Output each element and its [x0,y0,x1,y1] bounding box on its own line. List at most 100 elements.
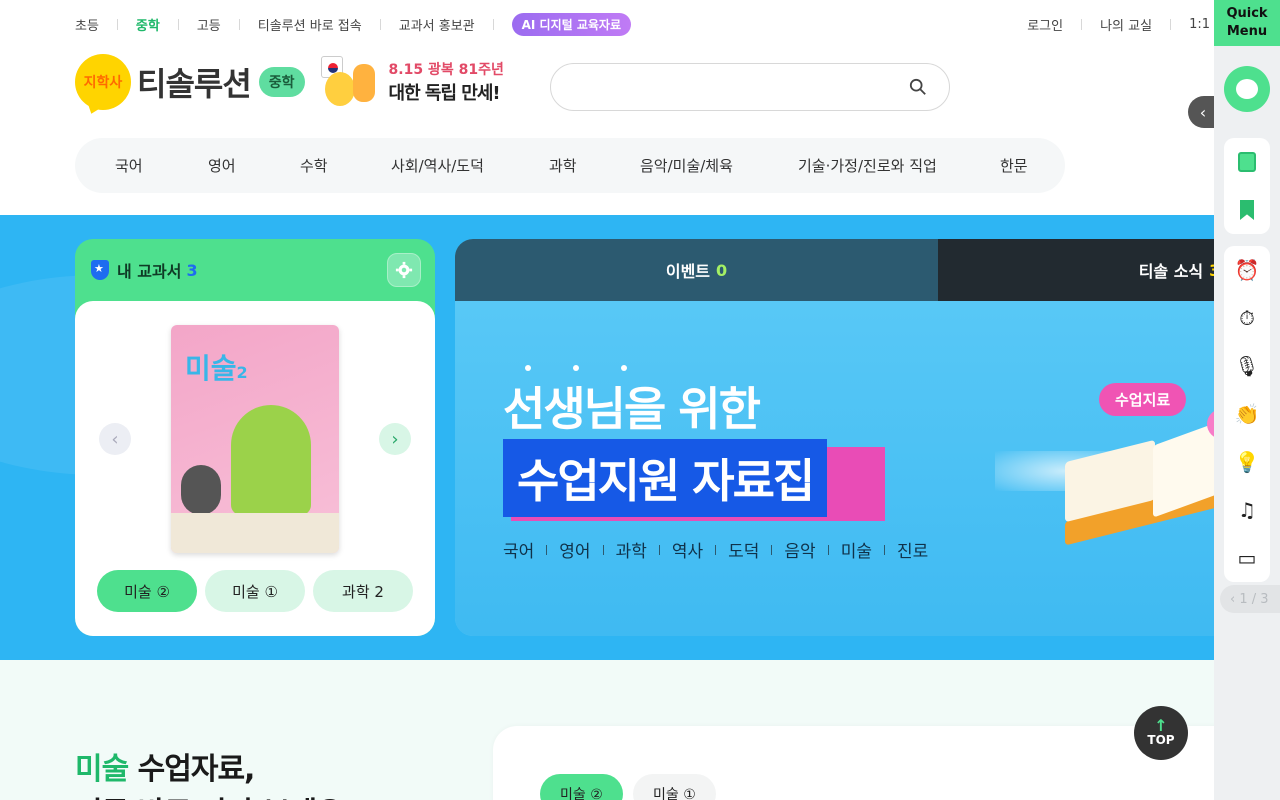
search-icon[interactable] [909,78,927,96]
carousel-prev-button[interactable]: ‹ [99,423,131,455]
pager-text: 1 / 3 [1239,591,1269,607]
textbook-tab-art1[interactable]: 미술 ① [205,570,305,612]
textbook-carousel: 미술2 ‹ › 미술 ② 미술 ① 과학 2 [75,301,435,636]
banner-subject: 미술 [840,542,872,562]
microphone-icon: 🎙 [1234,354,1260,378]
settings-button[interactable] [387,253,421,287]
nav-high[interactable]: 고등 [197,15,221,34]
banner-subject: 음악 [784,542,816,562]
chevron-left-icon: ‹ [1199,102,1207,122]
subject-nav: 국어 영어 수학 사회/역사/도덕 과학 음악/미술/체육 기술·가정/진로와 … [75,138,1065,193]
quick-menu-title: Menu [1226,24,1268,39]
divider [177,18,179,30]
promo-date: 8.15 광복 81주년 [388,62,504,78]
textbook-tab-art2[interactable]: 미술 ② [97,570,197,612]
cover-number: 2 [236,363,248,382]
section-title: 미술 수업자료, [75,744,255,788]
section-subtitle: 지금 바로 만나 보세요 [75,788,344,800]
quick-idea-button[interactable]: 💡 [1224,438,1270,486]
quick-group-books [1224,138,1270,234]
materials-tab-art1[interactable]: 미술 ① [633,774,716,800]
divider [1170,18,1172,30]
quick-alarm-button[interactable]: ⏰ [1224,246,1270,294]
chat-button[interactable] [1224,66,1270,112]
tab-news-label: 티솔 소식 [1138,262,1204,281]
ai-digital-resources-link[interactable]: AI 디지털 교육자료 [511,12,632,36]
quick-menu-pager[interactable]: ‹ 1 / 3 [1220,585,1280,613]
cover-illustration [171,513,339,553]
subject-social[interactable]: 사회/역사/도덕 [391,155,549,176]
textbook-tab-science2[interactable]: 과학 2 [313,570,413,612]
nav-elementary[interactable]: 초등 [75,15,99,34]
subject-science[interactable]: 과학 [549,155,640,176]
nav-direct-access[interactable]: 티솔루션 바로 접속 [258,15,362,34]
news-tabs: 이벤트 0 티솔 소식3 [455,239,1214,301]
school-level-nav: 초등 중학 고등 티솔루션 바로 접속 교과서 홍보관 AI 디지털 교육자료 [75,12,632,36]
book-icon [1238,152,1256,172]
quick-bookmark-button[interactable] [1224,186,1270,234]
character-figure [324,72,355,106]
banner-headline-2-wrap: 수업지원 자료집 [503,439,885,521]
event-banner[interactable]: 선생님을 위한 수업지원 자료집 국어 영어 과학 역사 도덕 음악 미술 진로… [455,301,1214,636]
promo-headline: 대한 독립 만세! [388,83,501,104]
banner-subject: 진로 [896,542,929,562]
site-title[interactable]: 티솔루션 [137,59,252,105]
quick-board-button[interactable]: ▭ [1224,534,1270,582]
banner-subject: 역사 [671,542,704,562]
banner-subject: 영어 [559,542,591,562]
presentation-board-icon: ▭ [1237,546,1257,570]
my-textbooks-header: 내 교과서 3 [75,239,435,301]
textbook-cover-image[interactable]: 미술2 [171,325,339,553]
subject-math[interactable]: 수학 [300,155,391,176]
nav-middle[interactable]: 중학 [136,15,160,34]
lesson-materials-section: 미술 수업자료, 지금 바로 만나 보세요 미술 ② 미술 ① [0,660,1253,800]
one-on-one-link[interactable]: 1:1 [1189,17,1210,32]
chevron-left-icon: ‹ [111,428,119,450]
quick-music-button[interactable]: ♫ [1224,486,1270,534]
my-classroom-link[interactable]: 나의 교실 [1100,15,1152,34]
shield-star-icon [91,260,109,280]
search-input[interactable] [550,63,950,111]
quick-timer-button[interactable]: ⏱ [1224,294,1270,342]
subject-korean[interactable]: 국어 [115,155,208,176]
divider [1081,18,1083,30]
alarm-clock-icon: ⏰ [1234,258,1260,282]
promo-banner[interactable]: 8.15 광복 81주년 대한 독립 만세! [309,52,529,112]
banner-subject: 국어 [503,542,535,562]
tab-events[interactable]: 이벤트 0 [455,239,938,301]
login-link[interactable]: 로그인 [1027,15,1063,34]
quick-menu-header[interactable]: Quick Menu [1214,0,1280,46]
jihaksa-logo[interactable]: 지학사 [75,54,131,110]
cover-illustration [231,405,311,515]
open-book-illustration [1065,412,1214,546]
my-textbooks-panel: 내 교과서 3 미술2 ‹ › 미술 ② 미술 ① 과학 2 [75,239,435,636]
chat-bubble-icon [1236,79,1258,99]
level-badge: 중학 [258,67,305,97]
scroll-top-button[interactable]: ↑ TOP [1134,706,1188,760]
character-figure [352,64,375,102]
quick-clap-button[interactable]: 👏 [1224,390,1270,438]
divider [238,18,240,30]
tab-news[interactable]: 티솔 소식3 [938,239,1214,301]
account-nav: 로그인 나의 교실 1:1 [1027,15,1210,34]
materials-tab-art2[interactable]: 미술 ② [540,774,623,800]
divider [379,18,381,30]
my-textbooks-title: 내 교과서 [117,262,182,281]
subject-tech-home[interactable]: 기술·가정/진로와 직업 [798,155,1000,176]
subject-chinese[interactable]: 한문 [1000,155,1028,176]
nav-textbook-promo[interactable]: 교과서 홍보관 [399,15,475,34]
carousel-next-button[interactable]: › [379,423,411,455]
quick-mic-button[interactable]: 🎙 [1224,342,1270,390]
banner-pill-label: 수업지료 [1099,383,1187,416]
cover-title: 미술2 [185,347,248,387]
chevron-left-icon: ‹ [1230,591,1240,607]
logo-badge-text: 지학사 [83,75,123,91]
banner-subjects: 국어 영어 과학 역사 도덕 음악 미술 진로 [503,537,928,562]
tab-events-label: 이벤트 [665,262,711,281]
quick-textbook-button[interactable] [1224,138,1270,186]
subject-english[interactable]: 영어 [208,155,300,176]
section-title-highlight: 미술 [75,752,129,787]
quick-menu-title: Quick [1226,6,1268,21]
chevron-right-icon: › [391,428,399,450]
subject-arts[interactable]: 음악/미술/체육 [640,155,798,176]
